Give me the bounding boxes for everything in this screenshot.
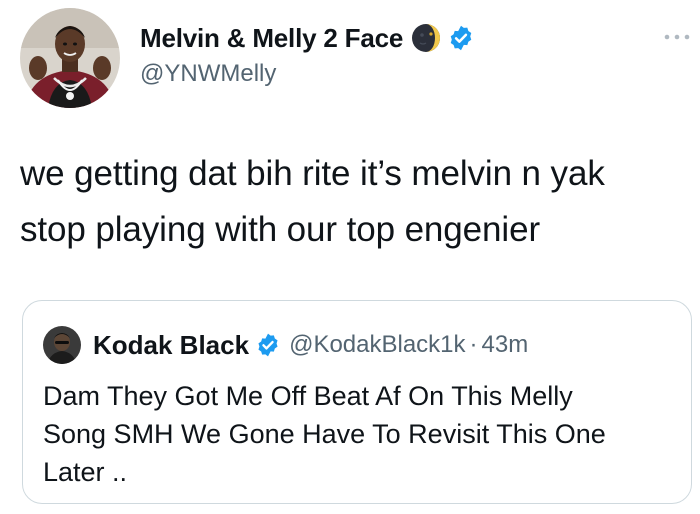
author-display-name[interactable]: Melvin & Melly 2 Face <box>140 23 403 54</box>
quote-header: Kodak Black @KodakBlack1k · 43m <box>43 325 528 365</box>
quote-author-name[interactable]: Kodak Black <box>93 330 249 361</box>
author-handle[interactable]: @YNWMelly <box>140 60 276 88</box>
author-name-row: Melvin & Melly 2 Face <box>140 20 475 56</box>
new-moon-face-icon <box>411 23 441 53</box>
quote-separator: · <box>469 331 478 358</box>
quote-tweet-card[interactable]: Kodak Black @KodakBlack1k · 43m Dam They… <box>22 300 692 504</box>
quote-timestamp[interactable]: 43m <box>482 331 529 359</box>
verified-badge-icon <box>255 332 281 358</box>
quote-text: Dam They Got Me Off Beat Af On This Mell… <box>43 381 606 487</box>
author-avatar-image <box>20 8 120 108</box>
author-avatar[interactable] <box>20 8 120 108</box>
verified-badge-icon <box>447 24 475 52</box>
more-horizontal-icon[interactable] <box>662 30 692 42</box>
quote-author-handle[interactable]: @KodakBlack1k <box>289 331 465 359</box>
quote-author-avatar[interactable] <box>43 326 81 364</box>
tweet-text: we getting dat bih rite it’s melvin n ya… <box>20 154 605 249</box>
quote-author-avatar-image <box>43 326 81 364</box>
tweet[interactable]: Melvin & Melly 2 Face @YNWMelly we getti… <box>0 0 700 514</box>
